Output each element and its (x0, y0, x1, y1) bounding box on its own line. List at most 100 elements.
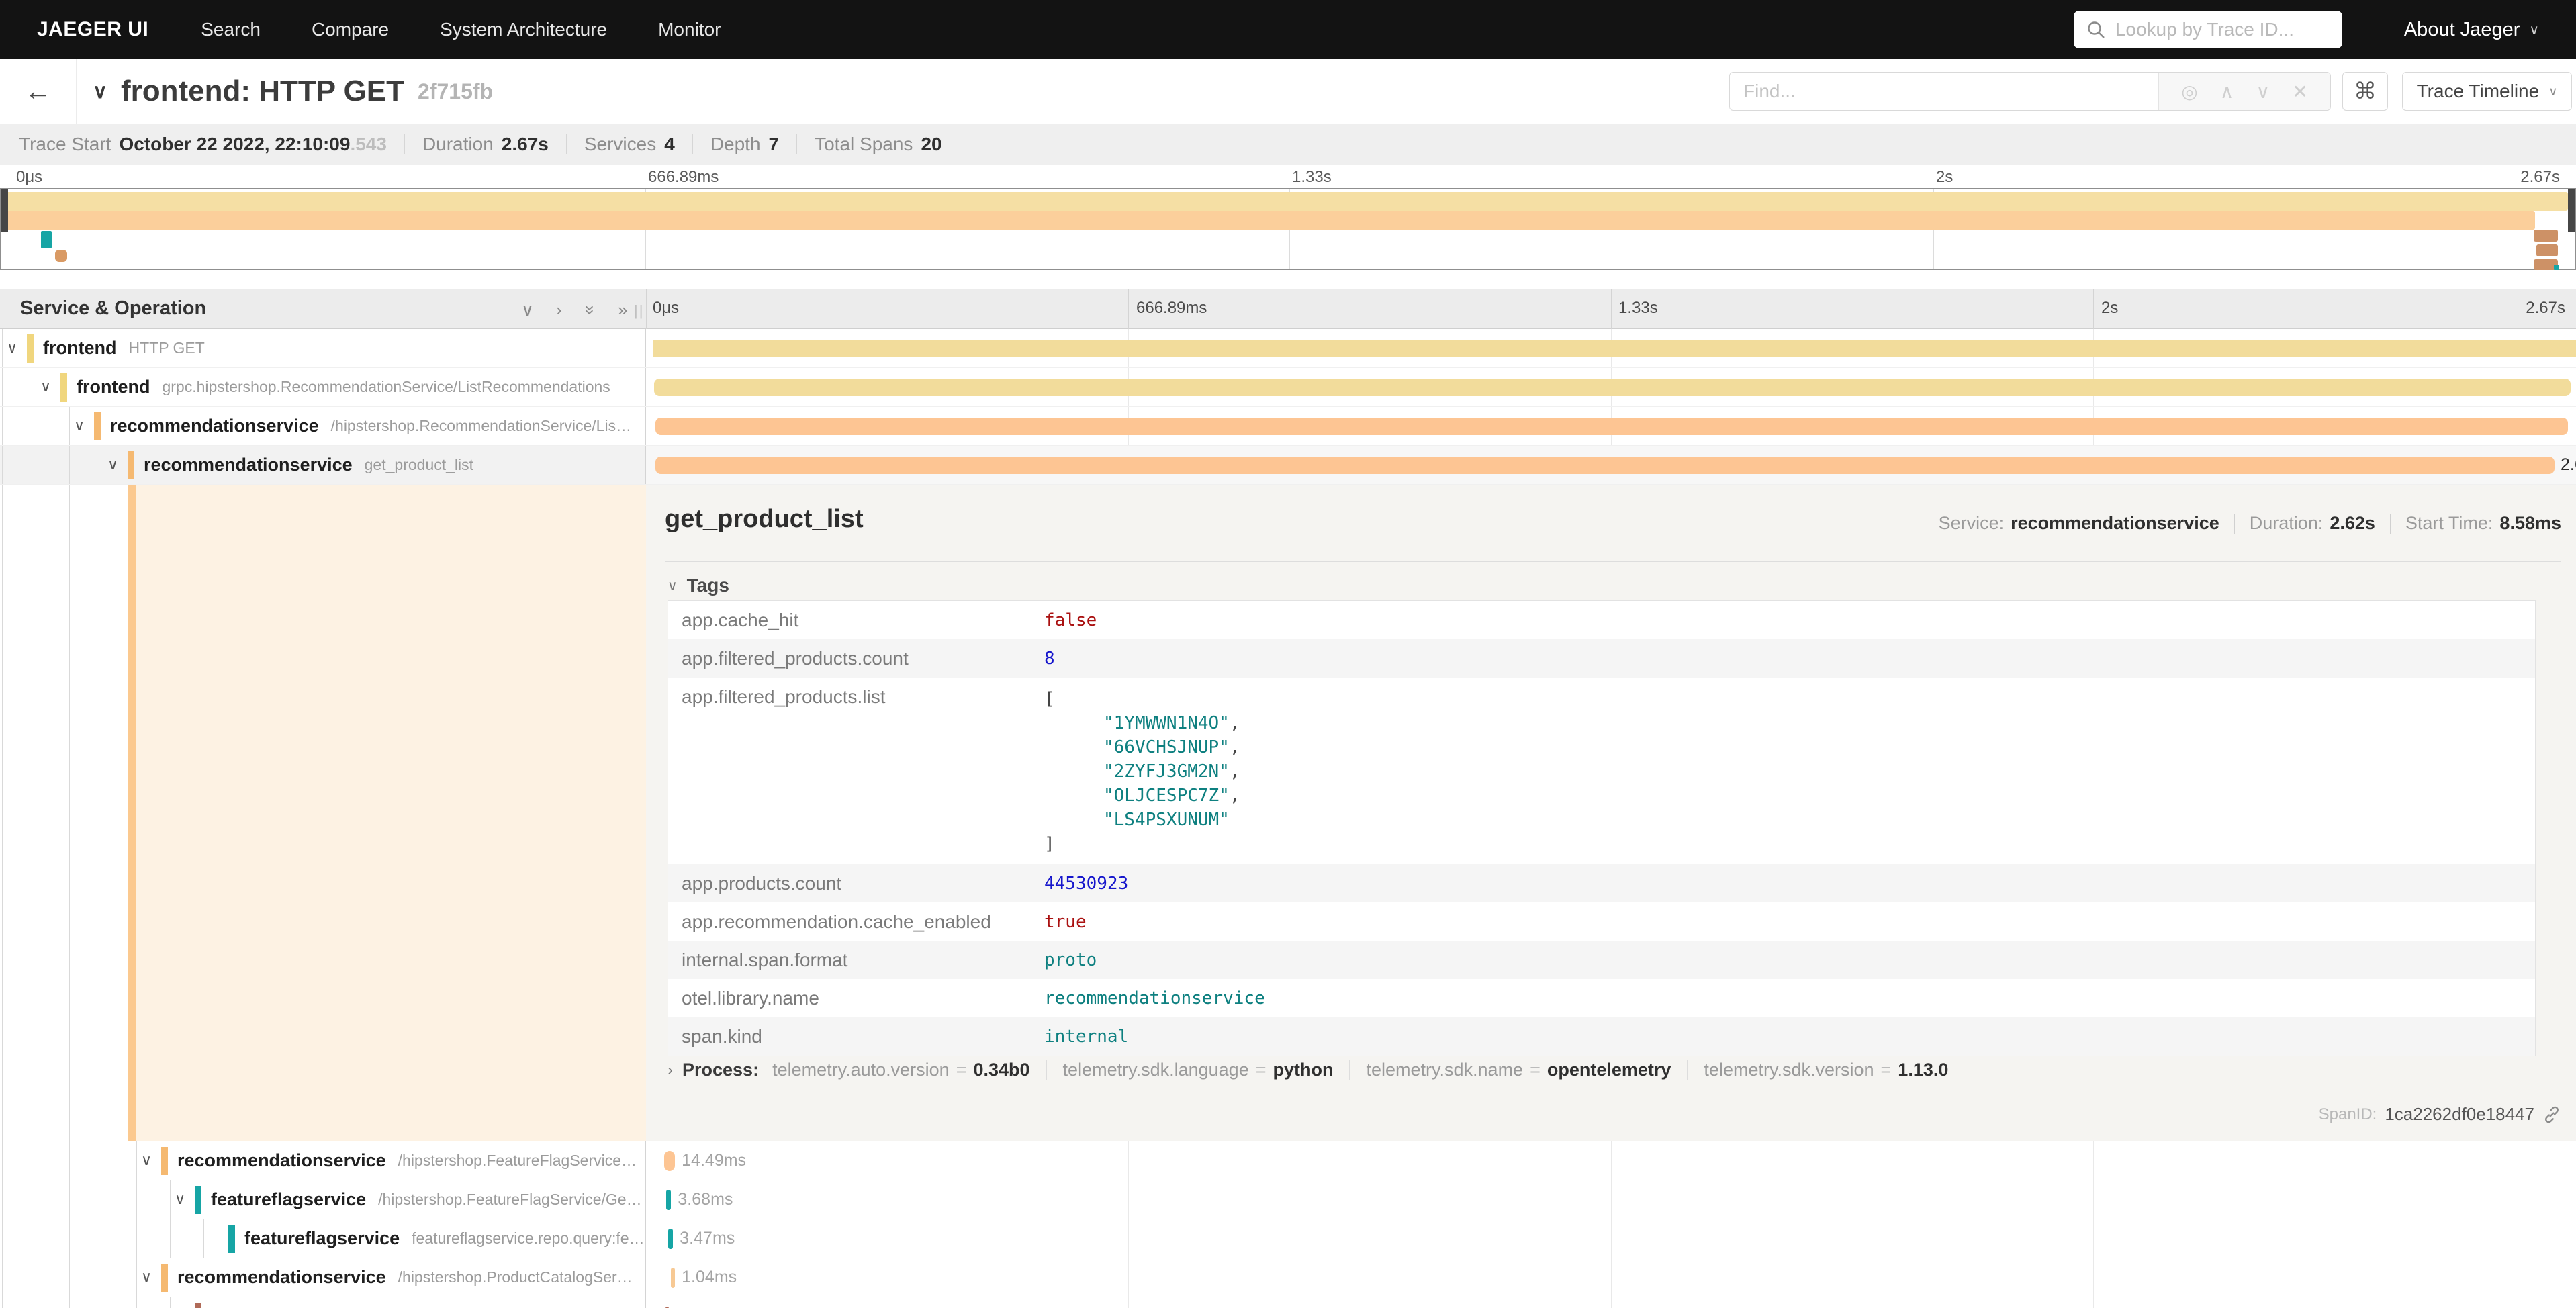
tag-value: internal (1044, 1017, 1128, 1047)
tag-value-text: true (1044, 912, 1087, 932)
trace-lookup-input[interactable] (2115, 19, 2330, 40)
brand-jaeger-ui[interactable]: JAEGER UI (37, 18, 148, 41)
nav-links: Search Compare System Architecture Monitor (201, 19, 721, 40)
timeline-tick-label: 1.33s (1618, 299, 1658, 318)
summary-value: 7 (769, 134, 780, 155)
panel-resizer[interactable]: || (634, 302, 644, 320)
keyboard-shortcuts-button[interactable]: ⌘ (2342, 72, 2388, 111)
span-row-labels: recommendationservice/hipstershop.Produc… (177, 1258, 633, 1297)
chevron-down-icon[interactable]: ∨ (175, 1190, 185, 1208)
collapse-all-icon[interactable]: » (580, 305, 601, 314)
span-row-recommendationservice[interactable]: ∨ recommendationserviceget_product_list 2.… (0, 446, 2576, 485)
about-jaeger-menu[interactable]: About Jaeger ∨ (2404, 19, 2539, 41)
chevron-down-icon[interactable]: ∨ (107, 456, 118, 473)
indent-guide (2, 1141, 3, 1180)
span-row-labels: recommendationservice/hipstershop.Recomm… (110, 407, 631, 445)
indent-guide (2, 407, 3, 445)
nav-link-monitor[interactable]: Monitor (658, 19, 721, 40)
span-duration-bar[interactable] (655, 457, 2555, 474)
expand-all-icon[interactable]: » (618, 299, 627, 320)
span-row-timeline[interactable] (646, 407, 2576, 445)
timeline-tick-label: 2.67s (2526, 299, 2565, 318)
summary-separator (566, 134, 567, 154)
span-service-name: recommendationservice (177, 1150, 386, 1171)
expand-one-icon[interactable]: › (556, 299, 562, 320)
span-duration-bar[interactable] (668, 1229, 673, 1249)
clear-find-icon[interactable]: ✕ (2292, 81, 2307, 103)
indent-guide (170, 1219, 171, 1258)
span-row-left: ∨ recommendationservice/hipstershop.Recom… (0, 407, 646, 445)
link-icon[interactable] (2542, 1105, 2561, 1124)
tag-value: recommendationservice (1044, 979, 1265, 1009)
indent-guide (170, 1180, 171, 1219)
span-duration-bar[interactable] (655, 418, 2568, 435)
trace-title-wrap: ∨ frontend: HTTP GET 2f715fb (93, 59, 493, 124)
find-input[interactable] (1730, 73, 2158, 110)
span-row-timeline[interactable] (646, 368, 2576, 406)
span-row-frontend[interactable]: ∨frontendgrpc.hipstershop.Recommendation… (0, 368, 2576, 407)
minimap-left-scrubber[interactable] (1, 189, 8, 232)
collapse-trace-icon[interactable]: ∨ (93, 80, 107, 103)
chevron-down-icon[interactable]: ∨ (141, 1268, 152, 1286)
summary-label: Depth (710, 134, 761, 155)
trace-lookup-box[interactable] (2074, 11, 2342, 48)
span-duration-bar[interactable] (654, 379, 2571, 396)
indent-guide (136, 1258, 137, 1297)
span-row-timeline[interactable]: 14.49ms (646, 1141, 2576, 1180)
span-row-recommendationservice[interactable]: ∨ recommendationservice/hipstershop.Recom… (0, 407, 2576, 446)
span-operation-name: HTTP GET (128, 339, 204, 357)
trace-id: 2f715fb (418, 79, 493, 104)
back-button[interactable]: ← (0, 59, 77, 124)
span-row-labels: recommendationserviceget_product_list (144, 446, 473, 484)
timeline-header: Service & Operation ∨ › » » || 0μs666.89… (0, 289, 2576, 329)
tags-section-toggle[interactable]: ∨ Tags (668, 575, 729, 596)
span-duration-bar[interactable] (664, 1151, 675, 1171)
span-row-recommendationservice[interactable]: ∨ recommendationservice/hipstershop.Produ… (0, 1258, 2576, 1297)
chevron-down-icon: ∨ (668, 577, 678, 594)
span-row-timeline[interactable]: 1.04ms (646, 1258, 2576, 1297)
chevron-down-icon[interactable]: ∨ (40, 378, 51, 395)
span-duration-bar[interactable] (671, 1268, 675, 1288)
nav-link-system-architecture[interactable]: System Architecture (440, 19, 607, 40)
indent-guide (69, 1297, 70, 1308)
trace-view-selector[interactable]: Trace Timeline ∨ (2402, 72, 2572, 111)
span-row-timeline[interactable]: 3.68ms (646, 1180, 2576, 1219)
chevron-down-icon[interactable]: ∨ (74, 417, 85, 434)
next-result-icon[interactable]: ∨ (2256, 81, 2270, 103)
span-row-recommendationservice[interactable]: ∨recommendationservice/hipstershop.Featu… (0, 1141, 2576, 1180)
service-color-bar (94, 412, 101, 440)
indent-guide (136, 1219, 137, 1258)
timeline-tick-label: 0μs (653, 299, 679, 318)
span-duration-bar[interactable] (653, 340, 2576, 357)
timeline-tick-label: 2s (2101, 299, 2118, 318)
minimap-right-scrubber[interactable] (2568, 189, 2575, 232)
span-row-left: ∨frontendHTTP GET (0, 329, 646, 367)
span-row-timeline[interactable]: 3.47ms (646, 1219, 2576, 1258)
json-open-bracket: [ (1044, 687, 1240, 711)
span-row-featureflagservice[interactable]: featureflagservicefeatureflagservice.rep… (0, 1219, 2576, 1258)
span-row-timeline[interactable] (646, 329, 2576, 367)
nav-link-compare[interactable]: Compare (312, 19, 389, 40)
nav-link-search[interactable]: Search (201, 19, 261, 40)
span-row-left: featureflagservicefeatureflagservice.rep… (0, 1219, 646, 1258)
prev-result-icon[interactable]: ∧ (2220, 81, 2234, 103)
span-row-timeline[interactable]: 2.62s (646, 446, 2576, 484)
span-row-timeline[interactable] (646, 1297, 2576, 1308)
span-row-partial[interactable] (0, 1297, 2576, 1308)
service-value: recommendationservice (2011, 513, 2219, 534)
process-row[interactable]: › Process: telemetry.auto.version=0.34b0… (668, 1060, 1948, 1080)
chevron-down-icon[interactable]: ∨ (141, 1152, 152, 1169)
tag-row: app.products.count44530923 (668, 864, 2535, 902)
collapse-one-icon[interactable]: ∨ (521, 299, 534, 320)
span-row-featureflagservice[interactable]: ∨featureflagservice/hipstershop.FeatureF… (0, 1180, 2576, 1219)
indent-guide (69, 1180, 70, 1219)
locate-icon[interactable]: ◎ (2181, 81, 2197, 103)
tag-value: proto (1044, 941, 1097, 970)
trace-minimap[interactable] (0, 188, 2576, 270)
json-comma: , (1230, 761, 1240, 782)
span-row-frontend[interactable]: ∨frontendHTTP GET (0, 329, 2576, 368)
service-color-bar (195, 1303, 201, 1308)
chevron-down-icon[interactable]: ∨ (7, 339, 17, 357)
span-service-name: frontend (77, 377, 150, 398)
span-duration-bar[interactable] (666, 1190, 671, 1210)
